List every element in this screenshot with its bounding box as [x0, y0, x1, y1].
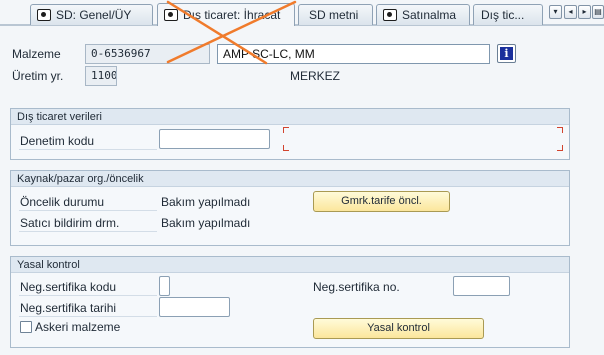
arrow-right-icon: ▸	[582, 7, 587, 16]
tab-label: Dış tic...	[481, 7, 525, 22]
tab-prev-button[interactable]: ◂	[564, 5, 577, 19]
arrow-left-icon: ◂	[568, 7, 573, 16]
military-material-label: Askeri malzeme	[35, 320, 121, 334]
vendor-declaration-label: Satıcı bildirim drm.	[20, 216, 120, 230]
required-corner-mark	[283, 145, 289, 151]
tab-purchasing[interactable]: Satınalma	[376, 4, 470, 25]
screen-icon	[164, 9, 178, 21]
legal-control-button[interactable]: Yasal kontrol	[313, 318, 484, 339]
screen-icon	[383, 9, 397, 21]
tab-label: Dış ticaret: İhracat	[183, 7, 281, 22]
required-corner-mark	[557, 127, 563, 133]
screen-icon	[37, 9, 51, 21]
tab-label: Satınalma	[402, 7, 457, 22]
material-description-field[interactable]: AMP SC-LC, MM	[217, 44, 490, 64]
tab-sd-general[interactable]: SD: Genel/ÜY	[30, 4, 153, 25]
tab-sd-text[interactable]: SD metni	[298, 4, 373, 25]
tab-strip: SD: Genel/ÜY Dış ticaret: İhracat SD met…	[0, 0, 604, 26]
row-divider	[19, 295, 157, 296]
row-divider	[19, 149, 157, 150]
tab-list-button[interactable]: ▤	[592, 5, 604, 19]
row-divider	[19, 316, 157, 317]
group-title: Dış ticaret verileri	[11, 109, 569, 125]
inspection-code-input[interactable]	[159, 129, 270, 149]
plant-code-field[interactable]: 1100	[85, 66, 117, 86]
preference-status-label: Öncelik durumu	[20, 195, 105, 209]
tab-label: SD: Genel/ÜY	[56, 7, 132, 22]
tab-label: SD metni	[309, 7, 359, 22]
row-divider	[19, 210, 157, 211]
preference-status-value: Bakım yapılmadı	[161, 195, 251, 209]
tab-next-button[interactable]: ▸	[578, 5, 591, 19]
vendor-declaration-value: Bakım yapılmadı	[161, 216, 251, 230]
military-material-checkbox[interactable]	[20, 321, 32, 333]
info-button[interactable]: i	[497, 44, 516, 63]
required-corner-mark	[557, 145, 563, 151]
material-label: Malzeme	[12, 47, 61, 61]
neg-cert-date-label: Neg.sertifika tarihi	[20, 301, 117, 315]
plant-label: Üretim yr.	[12, 69, 64, 83]
legal-control-group: Yasal kontrol Neg.sertifika kodu Neg.ser…	[10, 256, 570, 348]
customs-tariff-preference-button[interactable]: Gmrk.tarife öncl.	[313, 191, 450, 212]
neg-cert-code-input[interactable]	[159, 276, 170, 296]
plant-name: MERKEZ	[290, 69, 341, 83]
tab-menu-button[interactable]: ▾	[549, 5, 562, 19]
neg-cert-no-input[interactable]	[453, 276, 510, 296]
info-icon: i	[500, 47, 513, 60]
origin-preference-group: Kaynak/pazar org./öncelik Öncelik durumu…	[10, 170, 570, 246]
tab-foreign-trade-more[interactable]: Dış tic...	[473, 4, 543, 25]
list-icon: ▤	[594, 7, 602, 16]
row-divider	[19, 231, 157, 232]
foreign-trade-group: Dış ticaret verileri Denetim kodu	[10, 108, 570, 160]
group-title: Kaynak/pazar org./öncelik	[11, 171, 569, 187]
material-number-field[interactable]: 0-6536967	[85, 44, 210, 64]
dropdown-icon: ▾	[553, 7, 558, 16]
required-corner-mark	[283, 127, 289, 133]
tab-foreign-trade-export[interactable]: Dış ticaret: İhracat	[157, 3, 295, 26]
neg-cert-code-label: Neg.sertifika kodu	[20, 280, 117, 294]
neg-cert-no-label: Neg.sertifika no.	[313, 280, 400, 294]
inspection-code-label: Denetim kodu	[20, 134, 95, 148]
neg-cert-date-input[interactable]	[159, 297, 230, 317]
group-title: Yasal kontrol	[11, 257, 569, 273]
